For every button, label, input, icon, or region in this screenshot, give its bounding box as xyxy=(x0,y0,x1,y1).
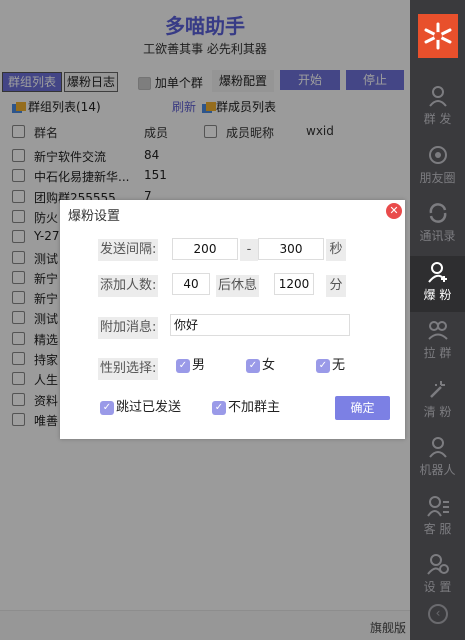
close-icon[interactable]: ✕ xyxy=(386,203,402,219)
message-label: 附加消息: xyxy=(98,317,159,339)
sidebar-item-settings[interactable]: 设 置 xyxy=(410,548,465,604)
clean-fans-icon xyxy=(429,380,445,398)
sidebar-item-label: 爆 粉 xyxy=(423,287,452,302)
sidebar-item-contacts[interactable]: 通讯录 xyxy=(410,197,465,253)
gender-female-label: 女 xyxy=(262,358,276,373)
gender-male-label: 男 xyxy=(192,358,206,373)
sidebar-item-moments[interactable]: 朋友圈 xyxy=(410,139,465,195)
send-interval-label: 发送间隔: xyxy=(98,239,159,261)
gender-male-option[interactable]: ✓ 男 xyxy=(176,358,205,376)
checkbox-checked-icon[interactable]: ✓ xyxy=(246,358,260,373)
sidebar-item-label: 朋友圈 xyxy=(419,170,456,185)
rest-label: 后休息 xyxy=(216,275,260,297)
sidebar-item-group-send[interactable]: 群 发 xyxy=(410,80,465,136)
dialog-header: 爆粉设置 ✕ xyxy=(60,200,405,226)
skip-owner-label: 不加群主 xyxy=(228,400,281,415)
sidebar-item-pull-group[interactable]: 拉 群 xyxy=(410,314,465,370)
robot-icon xyxy=(428,437,447,458)
sidebar-item-robot[interactable]: 机器人 xyxy=(410,431,465,487)
skip-owner-option[interactable]: ✓ 不加群主 xyxy=(212,400,280,418)
customer-service-icon xyxy=(426,495,449,517)
fan-settings-dialog: 爆粉设置 ✕ 发送间隔: 200 - 300 秒 添加人数: 40 后休息 12… xyxy=(60,200,405,439)
sidebar-item-label: 客 服 xyxy=(423,521,452,536)
sidebar-item-label: 清 粉 xyxy=(423,404,452,419)
sidebar-item-label: 群 发 xyxy=(423,112,452,126)
moments-icon xyxy=(428,145,447,164)
rest-input[interactable]: 1200 xyxy=(274,273,314,295)
confirm-button[interactable]: 确定 xyxy=(335,396,390,420)
interval-max-input[interactable]: 300 xyxy=(258,238,324,260)
sidebar-item-label: 拉 群 xyxy=(423,346,452,360)
interval-unit: 秒 xyxy=(326,239,346,261)
checkbox-checked-icon[interactable]: ✓ xyxy=(316,358,330,373)
pull-group-icon xyxy=(427,321,448,340)
gender-label: 性别选择: xyxy=(98,358,159,380)
gender-none-option[interactable]: ✓ 无 xyxy=(316,358,345,376)
interval-min-input[interactable]: 200 xyxy=(172,238,238,260)
checkbox-checked-icon[interactable]: ✓ xyxy=(176,358,190,373)
logo-icon xyxy=(424,22,452,50)
checkbox-checked-icon[interactable]: ✓ xyxy=(212,400,226,415)
sidebar-item-label: 设 置 xyxy=(423,580,452,594)
sidebar-item-label: 机器人 xyxy=(419,463,456,477)
group-send-icon xyxy=(428,86,447,107)
checkbox-checked-icon[interactable]: ✓ xyxy=(100,400,114,415)
contacts-icon xyxy=(429,203,446,223)
gender-female-option[interactable]: ✓ 女 xyxy=(246,358,275,376)
sidebar-item-label: 通讯录 xyxy=(419,229,456,243)
sidebar-item-add-user[interactable]: 爆 粉 xyxy=(410,255,465,312)
gender-none-label: 无 xyxy=(332,358,346,373)
collapse-icon[interactable]: ‹ xyxy=(428,604,448,624)
sidebar-item-customer-service[interactable]: 客 服 xyxy=(410,490,465,546)
dialog-title: 爆粉设置 xyxy=(68,209,121,224)
rest-unit: 分 xyxy=(326,275,346,297)
sidebar: 群 发朋友圈通讯录爆 粉拉 群清 粉机器人客 服设 置 ‹ xyxy=(410,0,465,640)
add-count-input[interactable]: 40 xyxy=(172,273,210,295)
add-user-icon xyxy=(427,261,447,283)
skip-sent-label: 跳过已发送 xyxy=(116,400,182,415)
sidebar-item-clean-fans[interactable]: 清 粉 xyxy=(410,373,465,429)
settings-icon xyxy=(426,554,449,575)
message-input[interactable]: 你好 xyxy=(170,314,350,336)
app-logo xyxy=(418,14,458,58)
interval-separator: - xyxy=(240,239,258,261)
skip-sent-option[interactable]: ✓ 跳过已发送 xyxy=(100,400,181,418)
add-count-label: 添加人数: xyxy=(98,275,159,297)
